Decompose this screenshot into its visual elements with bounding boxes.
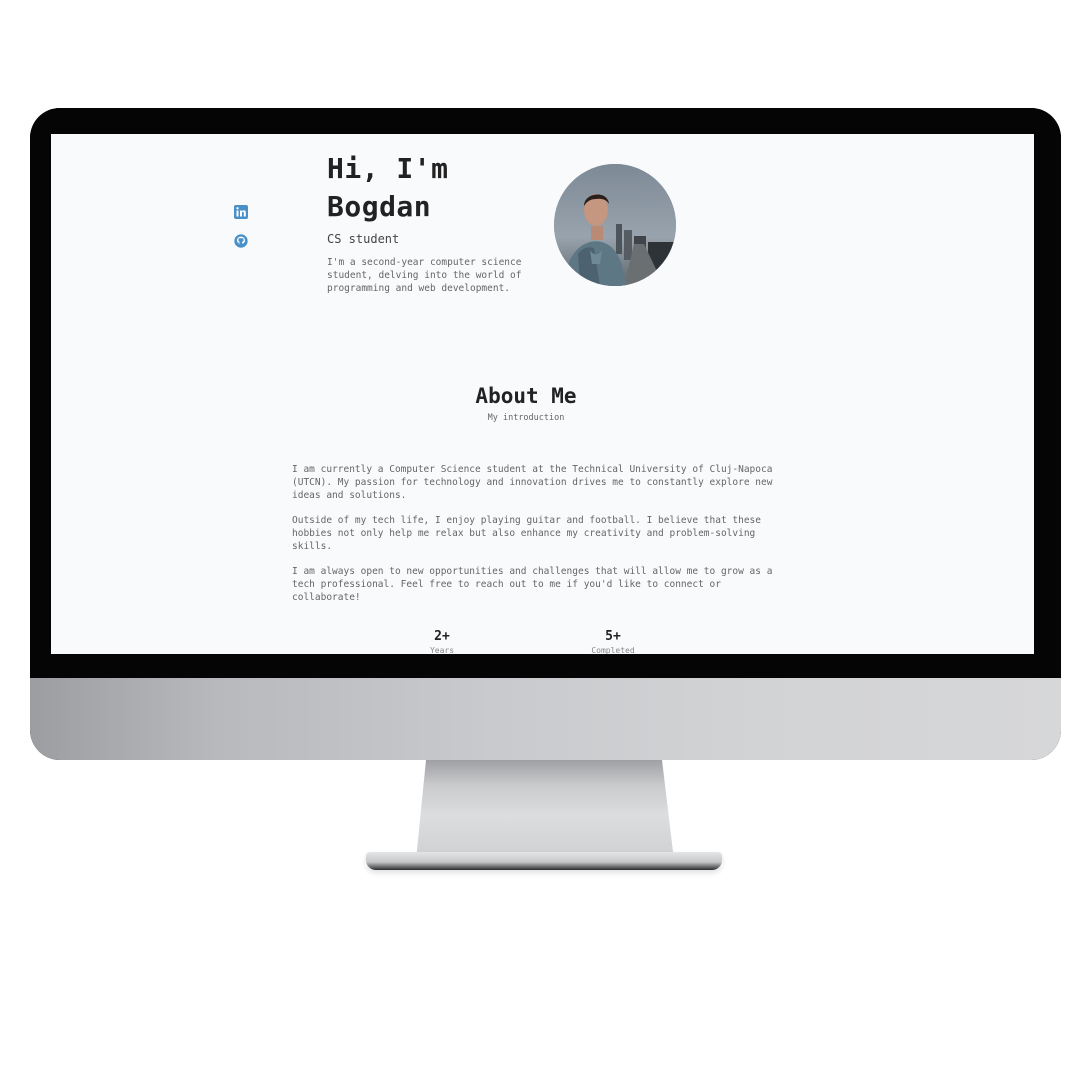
desktop-mockup: Hi, I'm Bogdan CS student I'm a second-y… xyxy=(0,0,1080,1080)
stat-label: Years xyxy=(429,646,455,654)
about-paragraph: I am currently a Computer Science studen… xyxy=(292,464,773,501)
profile-photo xyxy=(554,164,676,286)
social-links xyxy=(234,204,248,262)
website-screen[interactable]: Hi, I'm Bogdan CS student I'm a second-y… xyxy=(51,134,1034,654)
about-paragraph: I am always open to new opportunities an… xyxy=(292,566,773,603)
github-icon[interactable] xyxy=(234,233,248,248)
hero-title-greeting: Hi, I'm xyxy=(327,152,449,185)
hero-title: Hi, I'm Bogdan xyxy=(327,150,542,226)
about-content: I am currently a Computer Science studen… xyxy=(292,463,777,616)
about-subtitle: My introduction xyxy=(487,413,565,423)
about-title: About Me xyxy=(475,384,577,408)
monitor-stand-neck xyxy=(416,760,674,860)
stat-years: 2+ Years xyxy=(402,629,482,654)
stat-value: 5+ xyxy=(605,629,621,644)
hero-subtitle: CS student xyxy=(327,232,400,246)
stat-label: Completed xyxy=(591,646,635,654)
about-paragraph: Outside of my tech life, I enjoy playing… xyxy=(292,515,761,552)
hero-section: Hi, I'm Bogdan CS student I'm a second-y… xyxy=(327,150,542,295)
monitor-stand-foot xyxy=(366,852,722,870)
stat-value: 2+ xyxy=(434,629,450,644)
stat-completed: 5+ Completed xyxy=(573,629,653,654)
hero-description: I'm a second-year computer science stude… xyxy=(327,257,522,294)
imac-monitor: Hi, I'm Bogdan CS student I'm a second-y… xyxy=(30,108,1061,760)
hero-title-name: Bogdan xyxy=(327,190,432,223)
monitor-chin xyxy=(30,678,1061,760)
linkedin-icon[interactable] xyxy=(234,204,248,219)
